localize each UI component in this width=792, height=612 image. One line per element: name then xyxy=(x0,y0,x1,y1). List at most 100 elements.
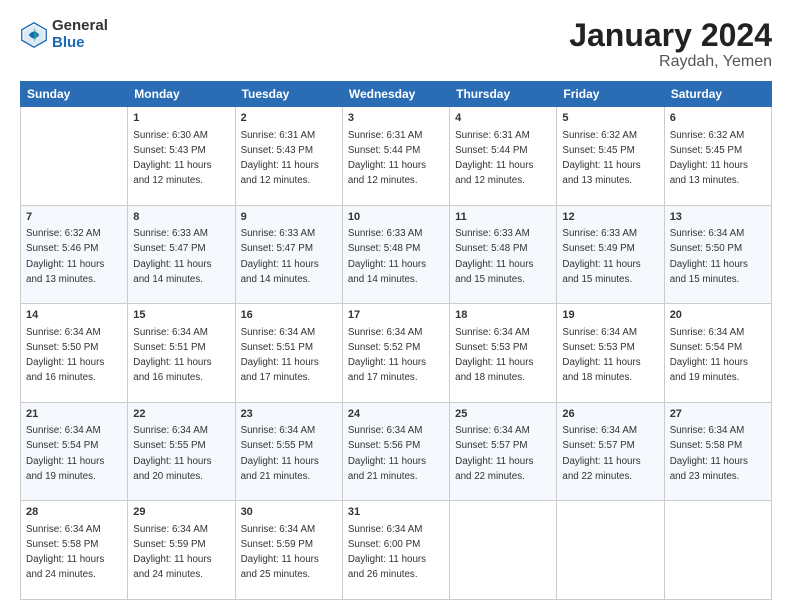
week-row-5: 28 Sunrise: 6:34 AMSunset: 5:58 PMDaylig… xyxy=(21,501,772,600)
day-number: 19 xyxy=(562,308,658,323)
calendar-cell-2-0: 14 Sunrise: 6:34 AMSunset: 5:50 PMDaylig… xyxy=(21,304,128,403)
week-row-3: 14 Sunrise: 6:34 AMSunset: 5:50 PMDaylig… xyxy=(21,304,772,403)
day-number: 27 xyxy=(670,407,766,422)
day-info: Sunrise: 6:34 AMSunset: 6:00 PMDaylight:… xyxy=(348,524,426,581)
calendar-cell-1-2: 9 Sunrise: 6:33 AMSunset: 5:47 PMDayligh… xyxy=(235,205,342,304)
calendar-cell-0-6: 6 Sunrise: 6:32 AMSunset: 5:45 PMDayligh… xyxy=(664,107,771,206)
calendar-cell-4-0: 28 Sunrise: 6:34 AMSunset: 5:58 PMDaylig… xyxy=(21,501,128,600)
day-number: 17 xyxy=(348,308,444,323)
col-tuesday: Tuesday xyxy=(235,82,342,107)
day-number: 18 xyxy=(455,308,551,323)
day-info: Sunrise: 6:34 AMSunset: 5:59 PMDaylight:… xyxy=(241,524,319,581)
day-info: Sunrise: 6:33 AMSunset: 5:48 PMDaylight:… xyxy=(348,228,426,285)
day-number: 24 xyxy=(348,407,444,422)
day-info: Sunrise: 6:34 AMSunset: 5:54 PMDaylight:… xyxy=(26,425,104,482)
calendar-cell-0-3: 3 Sunrise: 6:31 AMSunset: 5:44 PMDayligh… xyxy=(342,107,449,206)
day-number: 28 xyxy=(26,505,122,520)
day-number: 25 xyxy=(455,407,551,422)
day-info: Sunrise: 6:33 AMSunset: 5:47 PMDaylight:… xyxy=(241,228,319,285)
calendar-cell-2-4: 18 Sunrise: 6:34 AMSunset: 5:53 PMDaylig… xyxy=(450,304,557,403)
calendar-cell-1-5: 12 Sunrise: 6:33 AMSunset: 5:49 PMDaylig… xyxy=(557,205,664,304)
calendar-cell-2-2: 16 Sunrise: 6:34 AMSunset: 5:51 PMDaylig… xyxy=(235,304,342,403)
day-info: Sunrise: 6:33 AMSunset: 5:48 PMDaylight:… xyxy=(455,228,533,285)
day-info: Sunrise: 6:34 AMSunset: 5:55 PMDaylight:… xyxy=(133,425,211,482)
calendar-cell-3-5: 26 Sunrise: 6:34 AMSunset: 5:57 PMDaylig… xyxy=(557,402,664,501)
day-number: 10 xyxy=(348,210,444,225)
day-number: 6 xyxy=(670,111,766,126)
day-info: Sunrise: 6:34 AMSunset: 5:57 PMDaylight:… xyxy=(455,425,533,482)
calendar-cell-3-4: 25 Sunrise: 6:34 AMSunset: 5:57 PMDaylig… xyxy=(450,402,557,501)
week-row-4: 21 Sunrise: 6:34 AMSunset: 5:54 PMDaylig… xyxy=(21,402,772,501)
day-info: Sunrise: 6:30 AMSunset: 5:43 PMDaylight:… xyxy=(133,130,211,187)
calendar-cell-4-3: 31 Sunrise: 6:34 AMSunset: 6:00 PMDaylig… xyxy=(342,501,449,600)
calendar-cell-3-0: 21 Sunrise: 6:34 AMSunset: 5:54 PMDaylig… xyxy=(21,402,128,501)
day-info: Sunrise: 6:34 AMSunset: 5:52 PMDaylight:… xyxy=(348,327,426,384)
day-info: Sunrise: 6:34 AMSunset: 5:54 PMDaylight:… xyxy=(670,327,748,384)
title-block: January 2024 Raydah, Yemen xyxy=(569,18,772,71)
calendar-cell-4-5 xyxy=(557,501,664,600)
calendar-cell-0-5: 5 Sunrise: 6:32 AMSunset: 5:45 PMDayligh… xyxy=(557,107,664,206)
calendar-cell-1-0: 7 Sunrise: 6:32 AMSunset: 5:46 PMDayligh… xyxy=(21,205,128,304)
calendar-cell-2-6: 20 Sunrise: 6:34 AMSunset: 5:54 PMDaylig… xyxy=(664,304,771,403)
calendar-cell-2-3: 17 Sunrise: 6:34 AMSunset: 5:52 PMDaylig… xyxy=(342,304,449,403)
day-number: 7 xyxy=(26,210,122,225)
day-info: Sunrise: 6:32 AMSunset: 5:45 PMDaylight:… xyxy=(670,130,748,187)
calendar-cell-3-2: 23 Sunrise: 6:34 AMSunset: 5:55 PMDaylig… xyxy=(235,402,342,501)
day-number: 9 xyxy=(241,210,337,225)
col-saturday: Saturday xyxy=(664,82,771,107)
calendar-cell-0-1: 1 Sunrise: 6:30 AMSunset: 5:43 PMDayligh… xyxy=(128,107,235,206)
day-number: 20 xyxy=(670,308,766,323)
subtitle: Raydah, Yemen xyxy=(569,53,772,71)
day-info: Sunrise: 6:34 AMSunset: 5:51 PMDaylight:… xyxy=(133,327,211,384)
page: General Blue January 2024 Raydah, Yemen … xyxy=(0,0,792,612)
calendar-table: Sunday Monday Tuesday Wednesday Thursday… xyxy=(20,81,772,600)
day-info: Sunrise: 6:33 AMSunset: 5:49 PMDaylight:… xyxy=(562,228,640,285)
day-info: Sunrise: 6:34 AMSunset: 5:56 PMDaylight:… xyxy=(348,425,426,482)
week-row-2: 7 Sunrise: 6:32 AMSunset: 5:46 PMDayligh… xyxy=(21,205,772,304)
day-info: Sunrise: 6:31 AMSunset: 5:44 PMDaylight:… xyxy=(348,130,426,187)
day-number: 16 xyxy=(241,308,337,323)
day-number: 4 xyxy=(455,111,551,126)
calendar-cell-3-3: 24 Sunrise: 6:34 AMSunset: 5:56 PMDaylig… xyxy=(342,402,449,501)
calendar-cell-1-1: 8 Sunrise: 6:33 AMSunset: 5:47 PMDayligh… xyxy=(128,205,235,304)
col-sunday: Sunday xyxy=(21,82,128,107)
day-number: 29 xyxy=(133,505,229,520)
day-number: 31 xyxy=(348,505,444,520)
day-info: Sunrise: 6:32 AMSunset: 5:46 PMDaylight:… xyxy=(26,228,104,285)
col-thursday: Thursday xyxy=(450,82,557,107)
calendar-cell-3-1: 22 Sunrise: 6:34 AMSunset: 5:55 PMDaylig… xyxy=(128,402,235,501)
day-info: Sunrise: 6:34 AMSunset: 5:51 PMDaylight:… xyxy=(241,327,319,384)
header: General Blue January 2024 Raydah, Yemen xyxy=(20,18,772,71)
col-monday: Monday xyxy=(128,82,235,107)
day-info: Sunrise: 6:31 AMSunset: 5:43 PMDaylight:… xyxy=(241,130,319,187)
day-number: 14 xyxy=(26,308,122,323)
day-number: 8 xyxy=(133,210,229,225)
day-info: Sunrise: 6:34 AMSunset: 5:59 PMDaylight:… xyxy=(133,524,211,581)
calendar-cell-2-1: 15 Sunrise: 6:34 AMSunset: 5:51 PMDaylig… xyxy=(128,304,235,403)
calendar-cell-0-2: 2 Sunrise: 6:31 AMSunset: 5:43 PMDayligh… xyxy=(235,107,342,206)
day-info: Sunrise: 6:34 AMSunset: 5:50 PMDaylight:… xyxy=(670,228,748,285)
day-number: 11 xyxy=(455,210,551,225)
calendar-cell-4-2: 30 Sunrise: 6:34 AMSunset: 5:59 PMDaylig… xyxy=(235,501,342,600)
day-info: Sunrise: 6:34 AMSunset: 5:58 PMDaylight:… xyxy=(26,524,104,581)
day-number: 15 xyxy=(133,308,229,323)
calendar-cell-3-6: 27 Sunrise: 6:34 AMSunset: 5:58 PMDaylig… xyxy=(664,402,771,501)
day-info: Sunrise: 6:31 AMSunset: 5:44 PMDaylight:… xyxy=(455,130,533,187)
day-info: Sunrise: 6:34 AMSunset: 5:53 PMDaylight:… xyxy=(455,327,533,384)
logo-text: General Blue xyxy=(52,18,108,51)
day-number: 3 xyxy=(348,111,444,126)
week-row-1: 1 Sunrise: 6:30 AMSunset: 5:43 PMDayligh… xyxy=(21,107,772,206)
col-wednesday: Wednesday xyxy=(342,82,449,107)
calendar-cell-0-4: 4 Sunrise: 6:31 AMSunset: 5:44 PMDayligh… xyxy=(450,107,557,206)
day-number: 22 xyxy=(133,407,229,422)
calendar-cell-2-5: 19 Sunrise: 6:34 AMSunset: 5:53 PMDaylig… xyxy=(557,304,664,403)
day-info: Sunrise: 6:34 AMSunset: 5:50 PMDaylight:… xyxy=(26,327,104,384)
day-info: Sunrise: 6:33 AMSunset: 5:47 PMDaylight:… xyxy=(133,228,211,285)
day-info: Sunrise: 6:34 AMSunset: 5:58 PMDaylight:… xyxy=(670,425,748,482)
calendar-cell-1-3: 10 Sunrise: 6:33 AMSunset: 5:48 PMDaylig… xyxy=(342,205,449,304)
calendar-header-row: Sunday Monday Tuesday Wednesday Thursday… xyxy=(21,82,772,107)
calendar-cell-4-6 xyxy=(664,501,771,600)
calendar-cell-4-4 xyxy=(450,501,557,600)
main-title: January 2024 xyxy=(569,18,772,53)
day-number: 5 xyxy=(562,111,658,126)
